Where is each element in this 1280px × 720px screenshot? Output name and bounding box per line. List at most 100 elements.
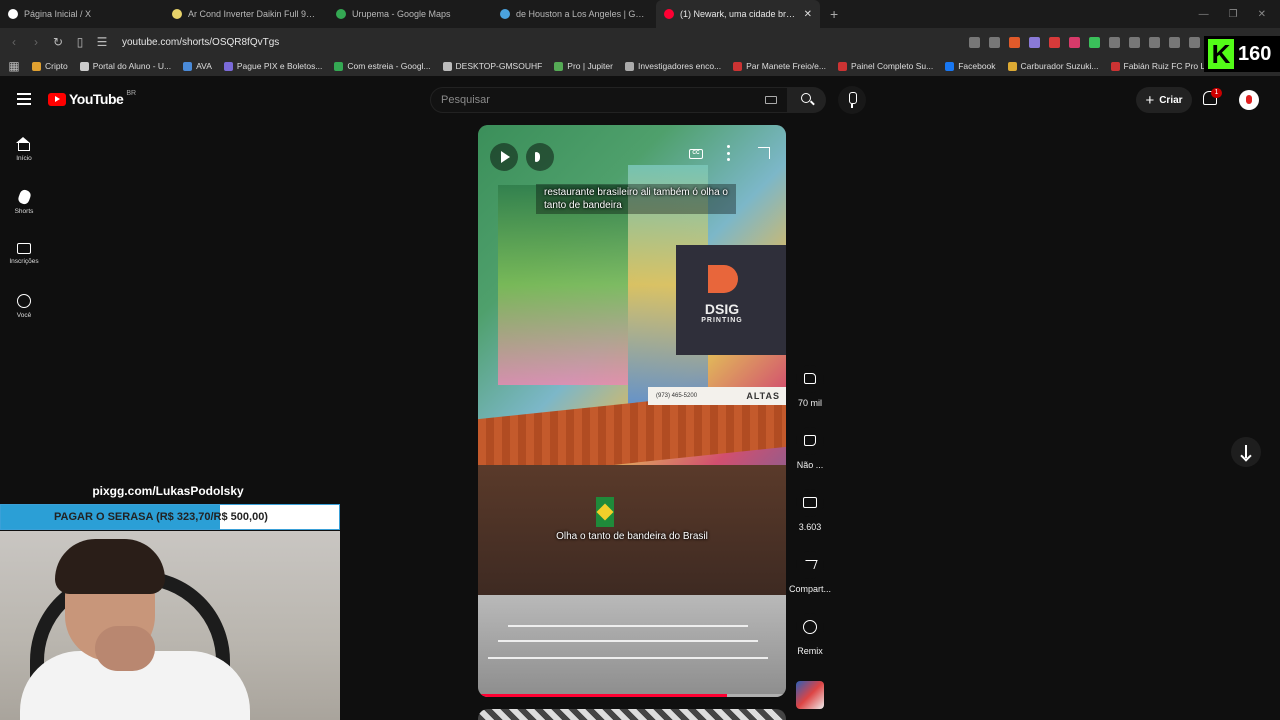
browser-tab[interactable]: Ar Cond Inverter Daikin Full 9000 Btu bbox=[164, 0, 328, 28]
nav-label: Inscrições bbox=[9, 258, 39, 265]
bookmark-item[interactable]: Investigadores enco... bbox=[624, 61, 721, 71]
bookmark-item[interactable]: Com estreia - Googl... bbox=[334, 61, 431, 71]
bookmark-favicon-icon bbox=[1110, 61, 1120, 71]
bookmark-item[interactable]: Painel Completo Su... bbox=[837, 61, 933, 71]
download-icon[interactable] bbox=[1169, 36, 1180, 48]
bookmark-label: Facebook bbox=[958, 61, 996, 71]
comments-button[interactable]: 3.603 bbox=[788, 489, 832, 551]
sign-logo-icon bbox=[708, 265, 738, 293]
extension-icon[interactable] bbox=[1029, 36, 1040, 48]
caption-bottom: Olha o tanto de bandeira do Brasil bbox=[556, 531, 708, 542]
bookmark-item[interactable]: Portal do Aluno - U... bbox=[79, 61, 172, 71]
reload-icon[interactable]: ↻ bbox=[52, 35, 64, 49]
channel-thumbnail[interactable] bbox=[796, 681, 824, 709]
bookmark-label: Com estreia - Googl... bbox=[347, 61, 431, 71]
like-count: 70 mil bbox=[797, 398, 822, 408]
play-button[interactable] bbox=[490, 143, 518, 171]
nav-item-shorts[interactable]: Shorts bbox=[0, 176, 48, 228]
extension-icon[interactable] bbox=[1049, 36, 1060, 48]
bookmark-item[interactable]: AVA bbox=[183, 61, 212, 71]
short-video-player[interactable]: DSIG PRINTING (973) 465-5200 ALTAS resta… bbox=[478, 125, 786, 697]
folder-icon bbox=[32, 61, 41, 71]
url-field[interactable]: youtube.com/shorts/OSQR8fQvTgs bbox=[122, 37, 279, 48]
share-button[interactable]: Compart... bbox=[788, 551, 832, 613]
bookmark-item[interactable]: Cripto bbox=[32, 61, 68, 71]
browser-tab[interactable]: Urupema - Google Maps bbox=[328, 0, 492, 28]
bookmark-favicon-icon bbox=[79, 61, 89, 71]
fullscreen-icon[interactable] bbox=[758, 147, 770, 159]
hamburger-menu-icon[interactable] bbox=[17, 93, 31, 105]
nav-label: Você bbox=[16, 311, 32, 319]
more-options-icon[interactable] bbox=[727, 145, 730, 161]
like-button[interactable]: 70 mil bbox=[788, 365, 832, 427]
back-icon[interactable]: ‹ bbox=[8, 35, 20, 49]
sidebar-icon[interactable] bbox=[1149, 36, 1160, 48]
left-nav: Início Shorts Inscrições Você bbox=[0, 124, 48, 332]
close-window-icon[interactable]: ✕ bbox=[1258, 9, 1266, 20]
bookmark-item[interactable]: Fabián Ruiz FC Pro L... bbox=[1110, 61, 1212, 71]
bookmark-item[interactable]: Facebook bbox=[945, 61, 996, 71]
bookmark-icon[interactable]: ▯ bbox=[74, 35, 86, 49]
caption-top: restaurante brasileiro ali também ó olha… bbox=[536, 184, 736, 214]
nav-item-home[interactable]: Início bbox=[0, 124, 48, 176]
bookmark-favicon-icon bbox=[442, 61, 452, 71]
sign-text: DSIG PRINTING bbox=[692, 302, 752, 327]
next-short-arrow-icon[interactable] bbox=[1231, 437, 1261, 467]
goal-text: PAGAR O SERASA (R$ 323,70/R$ 500,00) bbox=[54, 511, 268, 523]
bookmark-item[interactable]: Pague PIX e Boletos... bbox=[223, 61, 322, 71]
like-icon bbox=[804, 373, 816, 384]
browser-tab-bar: Página Inicial / X Ar Cond Inverter Daik… bbox=[0, 0, 1280, 28]
voice-search-icon[interactable] bbox=[838, 86, 866, 114]
next-short-preview[interactable] bbox=[478, 709, 786, 720]
media-icon[interactable] bbox=[1189, 36, 1200, 48]
short-actions: 70 mil Não ... 3.603 Compart... Remix bbox=[788, 365, 832, 709]
browser-tab-active[interactable]: (1) Newark, uma cidade brasileira ✕ bbox=[656, 0, 820, 28]
avatar[interactable] bbox=[1239, 90, 1259, 110]
bookmark-label: Portal do Aluno - U... bbox=[92, 61, 172, 71]
browser-tab[interactable]: Página Inicial / X bbox=[0, 0, 164, 28]
streamer-hand bbox=[95, 626, 155, 671]
cast-icon[interactable] bbox=[969, 36, 980, 48]
puzzle-icon[interactable] bbox=[1129, 36, 1140, 48]
bookmark-item[interactable]: DESKTOP-GMSOUHF bbox=[442, 61, 542, 71]
remix-button[interactable]: Remix bbox=[788, 613, 832, 675]
tab-title: Ar Cond Inverter Daikin Full 9000 Btu bbox=[188, 9, 320, 19]
bookmark-item[interactable]: Pro | Jupiter bbox=[554, 61, 613, 71]
extension-icon[interactable] bbox=[1069, 36, 1080, 48]
facebook-icon bbox=[945, 61, 955, 71]
bookmark-item[interactable]: Par Manete Freio/e... bbox=[733, 61, 826, 71]
search-input[interactable]: Pesquisar bbox=[430, 87, 788, 113]
x-favicon-icon bbox=[8, 9, 18, 19]
captions-button[interactable]: CC bbox=[689, 149, 703, 159]
brave-shield-icon[interactable] bbox=[1009, 36, 1020, 48]
bookmark-item[interactable]: Carburador Suzuki... bbox=[1007, 61, 1099, 71]
nav-item-subscriptions[interactable]: Inscrições bbox=[0, 228, 48, 280]
mural bbox=[498, 185, 628, 385]
dislike-button[interactable]: Não ... bbox=[788, 427, 832, 489]
maximize-icon[interactable]: ❐ bbox=[1229, 9, 1238, 20]
browser-tab[interactable]: de Houston a Los Angeles | Google bbox=[492, 0, 656, 28]
site-settings-icon[interactable]: ☰ bbox=[96, 35, 108, 49]
video-progress-bar[interactable] bbox=[478, 694, 786, 697]
share-page-icon[interactable] bbox=[989, 36, 1000, 48]
youtube-logo[interactable]: YouTube BR bbox=[48, 90, 136, 107]
minimize-icon[interactable]: — bbox=[1199, 9, 1209, 20]
apps-grid-icon[interactable]: ▦ bbox=[8, 59, 20, 73]
create-button[interactable]: + Criar bbox=[1136, 87, 1192, 113]
tab-title: Página Inicial / X bbox=[24, 9, 92, 19]
new-tab-icon[interactable]: + bbox=[820, 6, 848, 22]
volume-icon[interactable] bbox=[526, 143, 554, 171]
viewer-count: 160 bbox=[1238, 42, 1272, 65]
bookmark-favicon-icon bbox=[334, 61, 344, 71]
extension-icon[interactable] bbox=[1089, 36, 1100, 48]
phone-text: (973) 465-5200 bbox=[656, 393, 698, 399]
extension-icon[interactable] bbox=[1109, 36, 1120, 48]
forward-icon[interactable]: › bbox=[30, 35, 42, 49]
close-tab-icon[interactable]: ✕ bbox=[804, 9, 812, 20]
keyboard-icon[interactable] bbox=[765, 96, 777, 104]
nav-item-you[interactable]: Você bbox=[0, 280, 48, 332]
bookmark-label: Carburador Suzuki... bbox=[1020, 61, 1099, 71]
search-button[interactable] bbox=[788, 87, 826, 113]
address-bar-row: ‹ › ↻ ▯ ☰ youtube.com/shorts/OSQR8fQvTgs bbox=[0, 28, 1280, 56]
store-sign bbox=[676, 245, 786, 355]
